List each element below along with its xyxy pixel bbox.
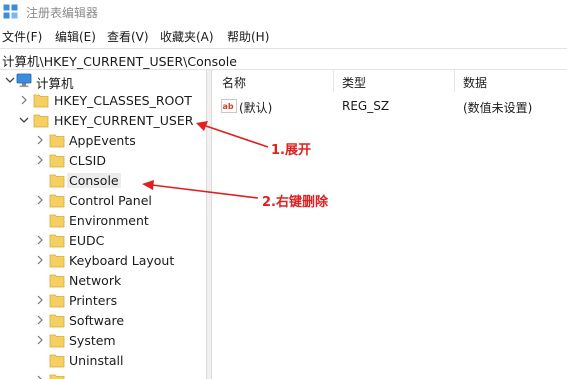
tree-label: CLSID [69, 153, 106, 168]
folder-icon [49, 234, 65, 248]
tree-label: HKEY_CLASSES_ROOT [54, 93, 192, 108]
folder-icon [49, 214, 65, 228]
folder-icon [33, 94, 49, 108]
tree-label: Network [69, 273, 122, 288]
tree-label: Environment [69, 213, 149, 228]
tree-label: System [69, 333, 116, 348]
tree-label: Uninstall [69, 353, 124, 368]
value-row[interactable]: ab (默认) REG_SZ (数值未设置) [213, 97, 567, 117]
chevron-right-icon[interactable] [35, 315, 45, 325]
tree-label: HKEY_CURRENT_USER [54, 113, 194, 128]
column-header-data[interactable]: 数据 [463, 74, 487, 91]
tree-item-printers[interactable]: Printers [0, 291, 206, 311]
tree-item-keyboard-layout[interactable]: Keyboard Layout [0, 251, 206, 271]
tree-item-hkcu[interactable]: HKEY_CURRENT_USER [0, 111, 206, 131]
menu-favorites[interactable]: 收藏夹(A) [160, 28, 214, 45]
tree-label: Keyboard Layout [69, 253, 175, 268]
value-name: (默认) [239, 101, 273, 115]
key-tree[interactable]: 计算机 HKEY_CLASSES_ROOT HKEY_CURRENT_USER … [0, 70, 206, 379]
title-bar: 注册表编辑器 [0, 0, 567, 24]
column-header-name[interactable]: 名称 [222, 74, 246, 91]
value-data: (数值未设置) [463, 101, 533, 115]
chevron-right-icon[interactable] [35, 295, 45, 305]
folder-icon [49, 374, 65, 379]
tree-label: EUDC [69, 233, 105, 248]
folder-icon [49, 354, 65, 368]
chevron-right-icon[interactable] [35, 155, 45, 165]
value-type: REG_SZ [342, 99, 390, 113]
chevron-right-icon[interactable] [35, 335, 45, 345]
column-header-type[interactable]: 类型 [342, 74, 366, 91]
folder-icon [33, 114, 49, 128]
values-list[interactable]: 名称 类型 数据 ab (默认) REG_SZ (数值未设置) [213, 70, 567, 379]
folder-icon [49, 254, 65, 268]
tree-item-uninstall[interactable]: Uninstall [0, 351, 206, 371]
pane-splitter[interactable] [206, 70, 212, 379]
annotation-right-click-delete: 2.右键删除 [262, 195, 328, 210]
column-divider[interactable] [333, 70, 334, 92]
tree-item-software[interactable]: Software [0, 311, 206, 331]
folder-icon [49, 174, 65, 188]
tree-root-computer[interactable]: 计算机 [0, 71, 206, 91]
window-title: 注册表编辑器 [26, 6, 99, 20]
chevron-right-icon[interactable] [35, 255, 45, 265]
tree-label: Control Panel [69, 193, 152, 208]
chevron-right-icon[interactable] [35, 375, 45, 379]
annotation-expand: 1.展开 [271, 143, 311, 158]
address-bar[interactable]: 计算机\HKEY_CURRENT_USER\Console [0, 48, 567, 70]
tree-item-console[interactable]: Console [0, 171, 206, 191]
column-divider[interactable] [454, 70, 455, 92]
folder-icon [49, 134, 65, 148]
tree-item-environment[interactable]: Environment [0, 211, 206, 231]
tree-item-clsid[interactable]: CLSID [0, 151, 206, 171]
tree-item-eudc[interactable]: EUDC [0, 231, 206, 251]
tree-label: Printers [69, 293, 118, 308]
folder-icon [49, 294, 65, 308]
tree-item-system[interactable]: System [0, 331, 206, 351]
tree-label: AppEvents [69, 133, 136, 148]
tree-item-partial[interactable] [0, 371, 206, 379]
folder-icon [49, 314, 65, 328]
folder-icon [49, 194, 65, 208]
tree-item-control-panel[interactable]: Control Panel [0, 191, 206, 211]
string-value-icon: ab [221, 99, 237, 113]
folder-icon [49, 274, 65, 288]
chevron-right-icon[interactable] [35, 135, 45, 145]
chevron-down-icon[interactable] [19, 115, 29, 125]
menu-help[interactable]: 帮助(H) [227, 28, 269, 45]
svg-text:ab: ab [223, 102, 234, 111]
menu-file[interactable]: 文件(F) [2, 28, 42, 45]
registry-editor-icon [3, 4, 18, 19]
folder-icon [49, 334, 65, 348]
folder-icon [49, 154, 65, 168]
menu-edit[interactable]: 编辑(E) [55, 28, 96, 45]
menu-view[interactable]: 查看(V) [107, 28, 149, 45]
tree-item-network[interactable]: Network [0, 271, 206, 291]
chevron-right-icon[interactable] [35, 235, 45, 245]
computer-icon [16, 73, 32, 88]
tree-label: 计算机 [36, 76, 74, 91]
tree-item-hkcr[interactable]: HKEY_CLASSES_ROOT [0, 91, 206, 111]
chevron-right-icon[interactable] [35, 195, 45, 205]
chevron-down-icon[interactable] [5, 75, 15, 85]
tree-label: Software [69, 313, 125, 328]
tree-label: Console [67, 173, 121, 188]
tree-item-appevents[interactable]: AppEvents [0, 131, 206, 151]
address-path[interactable]: 计算机\HKEY_CURRENT_USER\Console [2, 51, 237, 70]
chevron-right-icon[interactable] [19, 95, 29, 105]
